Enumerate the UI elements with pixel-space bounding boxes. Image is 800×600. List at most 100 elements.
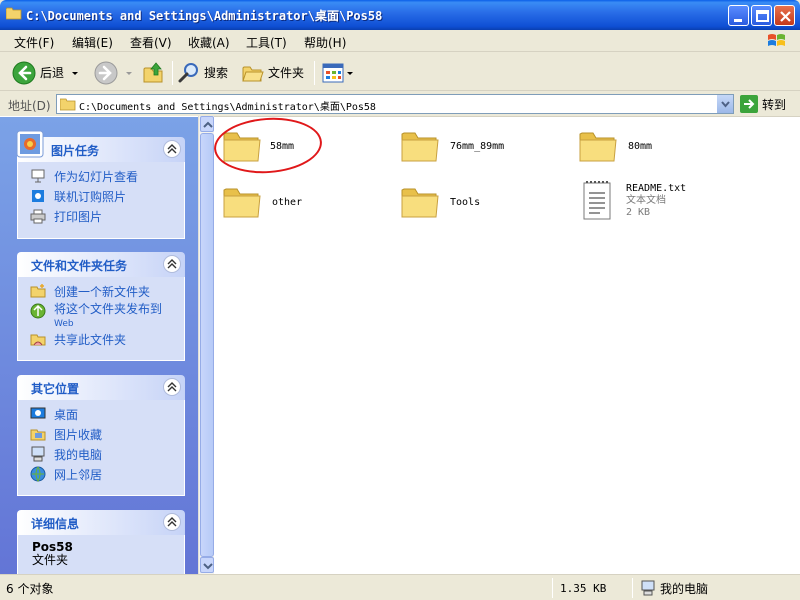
folder-icon [401, 188, 439, 218]
task-slideshow[interactable]: 作为幻灯片查看 [30, 168, 184, 188]
task-share-folder[interactable]: 共享此文件夹 [30, 331, 184, 351]
place-network[interactable]: 网上邻居 [30, 466, 184, 486]
file-item-tools[interactable]: Tools [400, 182, 480, 222]
views-button[interactable] [322, 59, 354, 86]
chevron-up-icon [203, 121, 213, 128]
place-desktop[interactable]: 桌面 [30, 406, 184, 426]
menu-help[interactable]: 帮助(H) [304, 34, 346, 51]
scroll-thumb[interactable] [200, 133, 214, 557]
task-print-pictures[interactable]: 打印图片 [30, 208, 184, 228]
status-bar: 6 个对象 1.35 KB 我的电脑 [0, 574, 800, 600]
address-input[interactable]: C:\Documents and Settings\Administrator\… [56, 94, 734, 114]
folders-icon [242, 66, 264, 81]
other-places-header[interactable]: 其它位置 [17, 375, 185, 400]
file-tasks-title: 文件和文件夹任务 [31, 259, 128, 273]
chevron-down-icon[interactable] [70, 68, 80, 78]
scroll-up-button[interactable] [200, 116, 214, 132]
chevron-up-icon [167, 144, 177, 154]
menu-favorites[interactable]: 收藏(A) [188, 34, 230, 51]
task-new-folder[interactable]: 创建一个新文件夹 [30, 283, 184, 303]
folder-icon [401, 132, 439, 162]
status-location-label: 我的电脑 [660, 581, 709, 596]
annotation-circle [212, 114, 324, 177]
file-item-readme[interactable]: README.txt 文本文档 2 KB [580, 179, 686, 223]
picture-tasks-panel: 图片任务 作为幻灯片查看 联机订购照片 打印图片 [16, 130, 185, 239]
task-slideshow-label: 作为幻灯片查看 [54, 170, 139, 184]
forward-arrow-icon [94, 61, 118, 84]
back-label: 后退 [40, 66, 65, 80]
place-desktop-label: 桌面 [54, 408, 79, 422]
task-pane-scrollbar[interactable] [198, 116, 214, 574]
file-list[interactable]: 58mm 76mm_89mm 80mm other Tools README.t… [212, 114, 800, 574]
collapse-button[interactable] [163, 378, 181, 396]
go-button[interactable]: 转到 [740, 94, 786, 114]
go-arrow-icon [740, 95, 758, 113]
task-order-prints-label: 联机订购照片 [54, 190, 127, 204]
address-bar: 地址(D) C:\Documents and Settings\Administ… [0, 92, 800, 116]
menu-edit[interactable]: 编辑(E) [72, 34, 113, 51]
picture-tasks-header[interactable]: 图片任务 [16, 130, 185, 162]
maximize-button[interactable] [751, 5, 772, 26]
scroll-down-button[interactable] [200, 557, 214, 573]
file-tasks-header[interactable]: 文件和文件夹任务 [17, 252, 185, 277]
place-my-pictures[interactable]: 图片收藏 [30, 426, 184, 446]
printer-icon [30, 209, 46, 224]
menu-view[interactable]: 查看(V) [130, 34, 172, 51]
menu-tools[interactable]: 工具(T) [246, 34, 287, 51]
up-folder-icon [143, 61, 163, 82]
picture-tasks-icon [16, 130, 44, 158]
details-header[interactable]: 详细信息 [17, 510, 185, 535]
file-item-76mm-89mm[interactable]: 76mm_89mm [400, 126, 504, 166]
search-button[interactable]: 搜索 [178, 59, 228, 86]
file-name: other [272, 196, 303, 208]
place-my-pictures-label: 图片收藏 [54, 428, 103, 442]
menu-file[interactable]: 文件(F) [14, 34, 54, 51]
details-title: 详细信息 [31, 517, 80, 531]
address-dropdown-button[interactable] [716, 95, 733, 113]
forward-button[interactable] [94, 59, 134, 86]
place-my-computer[interactable]: 我的电脑 [30, 446, 184, 466]
chevron-down-icon[interactable] [124, 68, 134, 78]
title-bar[interactable]: C:\Documents and Settings\Administrator\… [0, 0, 800, 30]
folders-button[interactable]: 文件夹 [242, 59, 304, 86]
my-computer-icon [641, 580, 655, 596]
file-name: README.txt [626, 183, 687, 194]
toolbar: 后退 搜索 文件夹 [0, 53, 800, 91]
task-publish-web-label-2: Web [54, 319, 74, 329]
place-my-computer-label: 我的电脑 [54, 448, 103, 462]
status-size: 1.35 KB [560, 581, 607, 595]
address-label: 地址(D) [8, 99, 51, 113]
file-item-80mm[interactable]: 80mm [578, 126, 652, 166]
folder-icon [6, 7, 22, 20]
close-icon [780, 11, 791, 22]
chevron-down-icon [721, 101, 730, 108]
collapse-button[interactable] [163, 513, 181, 531]
window-title: C:\Documents and Settings\Administrator\… [26, 9, 383, 23]
back-arrow-icon [12, 61, 36, 84]
address-value: C:\Documents and Settings\Administrator\… [79, 102, 376, 113]
status-location: 我的电脑 [640, 579, 708, 597]
file-item-58mm[interactable]: 58mm [212, 114, 324, 177]
collapse-button[interactable] [163, 255, 181, 273]
task-publish-web[interactable]: 将这个文件夹发布到 Web [30, 303, 184, 331]
views-icon [322, 63, 344, 82]
up-folder-button[interactable] [142, 59, 166, 86]
file-tasks-body: 创建一个新文件夹 将这个文件夹发布到 Web 共享此文件夹 [17, 277, 185, 361]
details-body: Pos58 文件夹 [17, 535, 185, 574]
task-pane: 图片任务 作为幻灯片查看 联机订购照片 打印图片 文件和文件夹任务 创建一个新文… [0, 116, 198, 574]
task-publish-web-label: 将这个文件夹发布到 [54, 302, 163, 316]
file-item-other[interactable]: other [222, 182, 302, 222]
file-name: 76mm_89mm [450, 140, 505, 152]
folder-icon [60, 98, 76, 111]
new-folder-icon [30, 284, 46, 298]
collapse-button[interactable] [163, 140, 181, 158]
minimize-button[interactable] [728, 5, 749, 26]
details-type: 文件夹 [32, 553, 69, 567]
desktop-icon [30, 407, 46, 419]
back-button[interactable]: 后退 [12, 59, 80, 86]
file-size: 2 KB [626, 207, 651, 218]
search-label: 搜索 [204, 66, 229, 80]
close-button[interactable] [774, 5, 795, 26]
maximize-icon [756, 10, 769, 22]
task-order-prints[interactable]: 联机订购照片 [30, 188, 184, 208]
